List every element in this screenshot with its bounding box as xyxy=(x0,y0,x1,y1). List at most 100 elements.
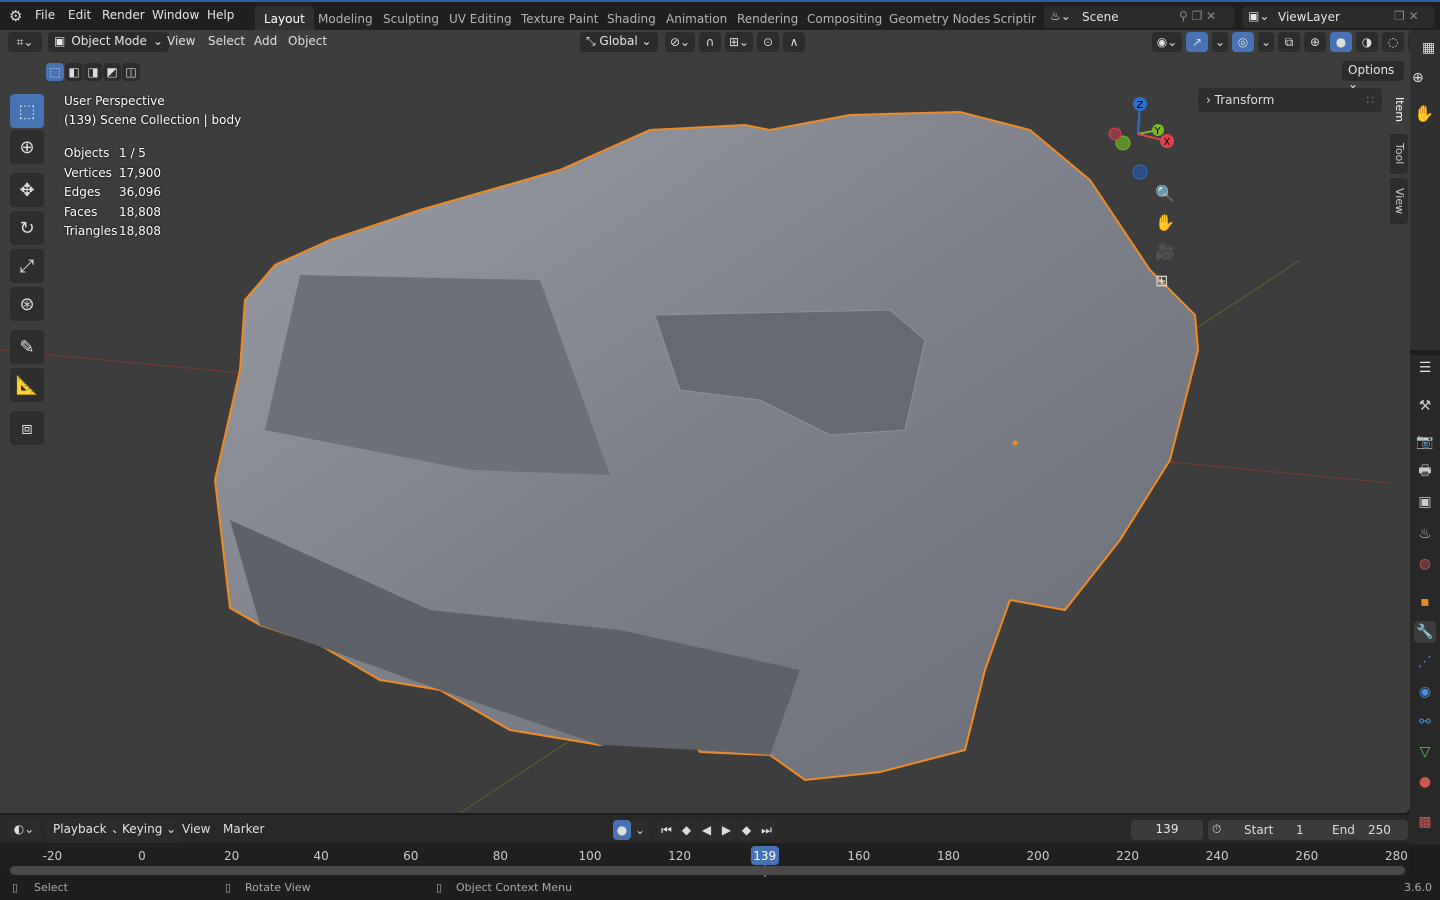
scene-selector[interactable]: ♨⌄ Scene ⚲ ❐ ✕ xyxy=(1044,6,1234,28)
move-tool[interactable]: ✥ xyxy=(10,173,44,207)
constraints-properties-icon[interactable]: ⚯ xyxy=(1414,711,1436,733)
material-shading-icon[interactable]: ◑ xyxy=(1356,32,1378,52)
falloff-icon[interactable]: ∧ xyxy=(783,32,805,52)
next-keyframe-icon[interactable]: ◆ xyxy=(737,820,756,840)
physics-properties-icon[interactable]: ◉ xyxy=(1414,681,1436,703)
current-frame-field[interactable]: 139 xyxy=(1131,820,1203,840)
pan-hand-icon[interactable]: ✋ xyxy=(1155,213,1175,232)
options-button[interactable]: Options ⌄ xyxy=(1342,61,1404,91)
world-properties-icon[interactable]: ◍ xyxy=(1414,553,1436,575)
sidebar-tab-tool[interactable]: Tool xyxy=(1390,134,1408,174)
gizmo-toggle-icon[interactable]: ↗ xyxy=(1186,32,1208,52)
select-invert-icon[interactable]: ◩ xyxy=(103,63,121,81)
properties-editor-icon[interactable]: ☰ xyxy=(1414,357,1436,379)
timeline-scrollbar[interactable] xyxy=(10,866,1405,875)
mode-selector[interactable]: ▣ Object Mode ⌄ xyxy=(48,32,169,52)
menu-file[interactable]: File xyxy=(35,8,55,22)
start-frame-field[interactable]: 1 xyxy=(1296,823,1304,837)
pivot-icon[interactable]: ⊘⌄ xyxy=(665,32,695,52)
tab-uv-editing[interactable]: UV Editing xyxy=(440,6,521,30)
end-frame-field[interactable]: 250 xyxy=(1368,823,1391,837)
rotate-tool[interactable]: ↻ xyxy=(10,211,44,245)
timeline-marker-menu[interactable]: Marker xyxy=(217,819,270,839)
texture-properties-icon[interactable]: ▩ xyxy=(1414,811,1436,833)
tab-texture-paint[interactable]: Texture Paint xyxy=(512,6,607,30)
render-properties-icon[interactable]: 📷 xyxy=(1414,431,1436,453)
tab-rendering[interactable]: Rendering xyxy=(728,6,807,30)
material-properties-icon[interactable]: ● xyxy=(1414,771,1436,793)
tab-animation[interactable]: Animation xyxy=(657,6,736,30)
scale-tool[interactable]: ⤢ xyxy=(10,249,44,283)
auto-keying-icon[interactable]: ● xyxy=(613,820,631,840)
chevron-down-icon[interactable]: ⌄ xyxy=(1212,32,1228,52)
jump-start-icon[interactable]: ⏮ xyxy=(657,820,676,840)
stopwatch-icon[interactable]: ⏱ xyxy=(1212,822,1221,837)
tab-modeling[interactable]: Modeling xyxy=(309,6,382,30)
measure-tool[interactable]: 📐 xyxy=(10,368,44,402)
modifier-properties-icon[interactable]: 🔧 xyxy=(1414,621,1436,643)
camera-icon[interactable]: 🎥 xyxy=(1155,242,1175,261)
menu-select[interactable]: Select xyxy=(202,30,251,52)
menu-add[interactable]: Add xyxy=(248,30,283,52)
menu-object[interactable]: Object xyxy=(282,30,333,52)
rendered-shading-icon[interactable]: ◌ xyxy=(1382,32,1404,52)
3d-viewport[interactable]: ⌗⌄ ▣ Object Mode ⌄ View Select Add Object … xyxy=(0,30,1424,813)
hand-icon[interactable]: ✋ xyxy=(1414,104,1434,123)
add-icon[interactable]: ⊕ xyxy=(1412,70,1424,86)
data-properties-icon[interactable]: ▽ xyxy=(1414,741,1436,763)
select-subtract-icon[interactable]: ◨ xyxy=(84,63,102,81)
scene-properties-icon[interactable]: ♨ xyxy=(1414,523,1436,545)
select-box-tool[interactable]: ⬚ xyxy=(10,94,44,128)
object-properties-icon[interactable]: ▪ xyxy=(1414,591,1436,613)
cursor-tool[interactable]: ⊕ xyxy=(10,130,44,164)
visibility-icon[interactable]: ◉⌄ xyxy=(1152,32,1182,52)
tab-layout[interactable]: Layout xyxy=(255,6,314,30)
tab-scripting[interactable]: Scripting xyxy=(984,6,1036,30)
add-cube-tool[interactable]: ⧈ xyxy=(10,411,44,445)
tab-shading[interactable]: Shading xyxy=(598,6,665,30)
menu-render[interactable]: Render xyxy=(102,8,145,22)
transform-tool[interactable]: ⊛ xyxy=(10,287,44,321)
keying-menu[interactable]: Keying ⌄ xyxy=(116,819,183,841)
snap-icon[interactable]: ∩ xyxy=(699,32,721,52)
solid-shading-icon[interactable]: ● xyxy=(1330,32,1352,52)
view-layer-properties-icon[interactable]: ▣ xyxy=(1414,491,1436,513)
particles-properties-icon[interactable]: ⋰ xyxy=(1414,651,1436,673)
play-icon[interactable]: ▶ xyxy=(717,820,736,840)
select-extend-icon[interactable]: ◧ xyxy=(65,63,83,81)
xray-icon[interactable]: ⧉ xyxy=(1278,32,1300,52)
proportional-edit-icon[interactable]: ⊙ xyxy=(757,32,779,52)
play-reverse-icon[interactable]: ◀ xyxy=(697,820,716,840)
blender-logo-icon[interactable]: ⚙ xyxy=(9,7,22,25)
wireframe-shading-icon[interactable]: ⊕ xyxy=(1304,32,1326,52)
chevron-down-icon[interactable]: ⌄ xyxy=(1258,32,1274,52)
menu-view[interactable]: View xyxy=(161,30,201,52)
annotate-tool[interactable]: ✎ xyxy=(10,330,44,364)
ortho-grid-icon[interactable]: ⊞ xyxy=(1155,271,1175,290)
jump-end-icon[interactable]: ⏭ xyxy=(757,820,776,840)
prev-keyframe-icon[interactable]: ◆ xyxy=(677,820,696,840)
orientation-selector[interactable]: ⤡ Global ⌄ xyxy=(580,32,658,52)
snap-target-icon[interactable]: ⊞⌄ xyxy=(725,32,753,52)
output-properties-icon[interactable]: 🖶 xyxy=(1414,461,1436,483)
tab-sculpting[interactable]: Sculpting xyxy=(374,6,448,30)
menu-help[interactable]: Help xyxy=(207,8,234,22)
transform-panel-header[interactable]: › Transform ∷ xyxy=(1198,88,1382,112)
tab-compositing[interactable]: Compositing xyxy=(798,6,891,30)
zoom-icon[interactable]: 🔍 xyxy=(1155,184,1175,203)
pin-icon[interactable]: ⚲ ❐ ✕ xyxy=(1179,9,1216,23)
tool-properties-icon[interactable]: ⚒ xyxy=(1414,395,1436,417)
sidebar-tab-item[interactable]: Item xyxy=(1390,88,1408,132)
editor-type-button[interactable]: ⌗⌄ xyxy=(8,32,42,52)
navigation-gizmo[interactable]: Z Y X xyxy=(1100,92,1180,182)
timeline-editor-type-icon[interactable]: ◐⌄ xyxy=(8,819,40,839)
overlay-toggle-icon[interactable]: ◎ xyxy=(1232,32,1254,52)
sidebar-tab-view[interactable]: View xyxy=(1390,178,1408,224)
menu-edit[interactable]: Edit xyxy=(68,8,91,22)
chevron-down-icon[interactable]: ⌄ xyxy=(631,820,649,840)
select-new-icon[interactable]: ⬚ xyxy=(46,63,64,81)
select-intersect-icon[interactable]: ◫ xyxy=(122,63,140,81)
tab-geometry-nodes[interactable]: Geometry Nodes xyxy=(880,6,999,30)
copy-icon[interactable]: ❐ ✕ xyxy=(1394,9,1419,23)
editor-type-icon[interactable]: ▦ xyxy=(1422,40,1435,56)
